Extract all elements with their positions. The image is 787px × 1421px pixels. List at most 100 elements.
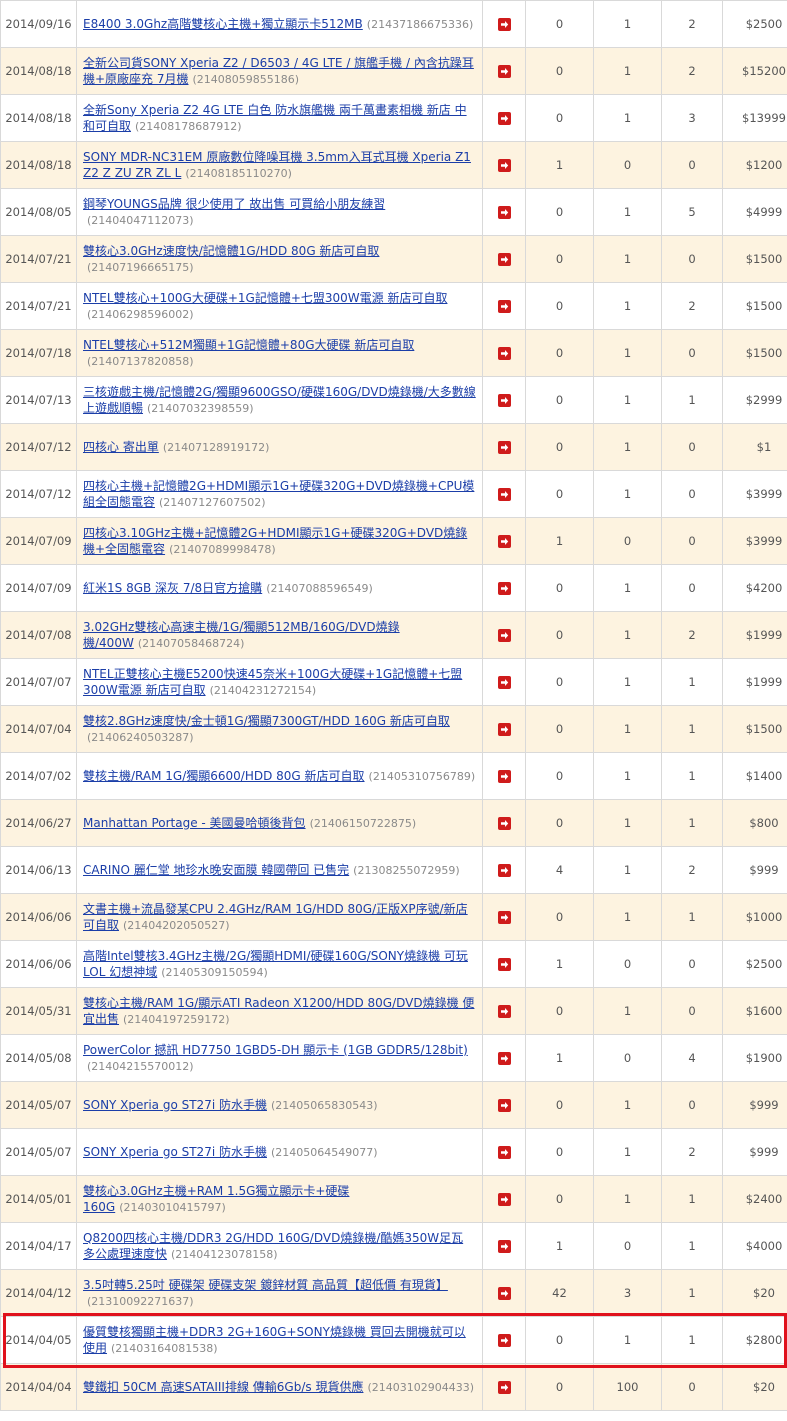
- arrow-cell: [482, 0, 526, 48]
- item-id: (21408185110270): [185, 166, 292, 180]
- post-date: 2014/07/13: [0, 376, 77, 424]
- item-title-cell: 鋼琴YOUNGS品牌 很少使用了 故出售 可買給小朋友練習 (2140404711…: [76, 188, 483, 236]
- count-3: 0: [661, 987, 723, 1035]
- table-row: 2014/08/18 全新公司貨SONY Xperia Z2 / D6503 / …: [0, 47, 787, 95]
- item-title-link[interactable]: 3.5吋轉5.25吋 硬碟架 硬碟支架 鍍鋅材質 高品質【超低價 有現貨】: [83, 1278, 448, 1292]
- arrow-cell: [482, 846, 526, 894]
- red-arrow-right-icon[interactable]: [497, 1334, 511, 1347]
- red-arrow-right-icon[interactable]: [497, 1052, 511, 1065]
- count-3: 2: [661, 611, 723, 659]
- red-arrow-right-icon[interactable]: [497, 159, 511, 172]
- red-arrow-right-icon[interactable]: [497, 535, 511, 548]
- post-date: 2014/07/08: [0, 611, 77, 659]
- table-row: 2014/04/17 Q8200四核心主機/DDR3 2G/HDD 160G/DV…: [0, 1222, 787, 1270]
- item-title-link[interactable]: Manhattan Portage - 美國曼哈頓後背包: [83, 816, 306, 830]
- item-id: (21404202050527): [123, 918, 230, 932]
- item-title-link[interactable]: 四核心 寄出單: [83, 440, 159, 454]
- item-title-cell: E8400 3.0Ghz高階雙核心主機+獨立顯示卡512MB (214371866…: [76, 0, 483, 48]
- red-arrow-right-icon[interactable]: [497, 488, 511, 501]
- red-arrow-right-icon[interactable]: [497, 676, 511, 689]
- item-title-link[interactable]: NTEL雙核心+100G大硬碟+1G記憶體+七盟300W電源 新店可自取: [83, 291, 447, 305]
- item-title-cell: 3.5吋轉5.25吋 硬碟架 硬碟支架 鍍鋅材質 高品質【超低價 有現貨】 (21…: [76, 1269, 483, 1317]
- red-arrow-right-icon[interactable]: [497, 1240, 511, 1253]
- post-date: 2014/09/16: [0, 0, 77, 48]
- red-arrow-right-icon[interactable]: [497, 582, 511, 595]
- red-arrow-right-icon[interactable]: [497, 1381, 511, 1394]
- table-row: 2014/05/07 SONY Xperia go ST27i 防水手機 (2140…: [0, 1081, 787, 1129]
- red-arrow-right-icon[interactable]: [497, 1005, 511, 1018]
- item-title-link[interactable]: CARINO 麗仁堂 地珍水晚安面膜 韓國帶回 已售完: [83, 863, 349, 877]
- count-2: 1: [593, 799, 662, 847]
- red-arrow-right-icon[interactable]: [497, 1146, 511, 1159]
- item-title-link[interactable]: 雙核2.8GHz速度快/金士頓1G/獨顯7300GT/HDD 160G 新店可自…: [83, 714, 450, 728]
- item-title-link[interactable]: 雙鐵扣 50CM 高速SATAIII排線 傳輸6Gb/s 現貨供應: [83, 1380, 363, 1394]
- item-title-link[interactable]: NTEL雙核心+512M獨顯+1G記憶體+80G大硬碟 新店可自取: [83, 338, 414, 352]
- count-2: 1: [593, 1316, 662, 1364]
- item-title-link[interactable]: 鋼琴YOUNGS品牌 很少使用了 故出售 可買給小朋友練習: [83, 197, 385, 211]
- count-1: 0: [525, 470, 594, 518]
- item-title-link[interactable]: SONY Xperia go ST27i 防水手機: [83, 1145, 267, 1159]
- post-date: 2014/07/02: [0, 752, 77, 800]
- price: $2800: [722, 1316, 787, 1364]
- item-title-link[interactable]: SONY Xperia go ST27i 防水手機: [83, 1098, 267, 1112]
- item-title-link[interactable]: 高階Intel雙核3.4GHz主機/2G/獨顯HDMI/硬碟160G/SONY燒…: [83, 949, 468, 979]
- post-date: 2014/07/21: [0, 235, 77, 283]
- arrow-cell: [482, 94, 526, 142]
- red-arrow-right-icon[interactable]: [497, 18, 511, 31]
- red-arrow-right-icon[interactable]: [497, 1287, 511, 1300]
- item-title-link[interactable]: 四核心主機+記憶體2G+HDMI顯示1G+硬碟320G+DVD燒錄機+CPU模組…: [83, 479, 474, 509]
- red-arrow-right-icon[interactable]: [497, 300, 511, 313]
- count-2: 1: [593, 705, 662, 753]
- arrow-cell: [482, 987, 526, 1035]
- red-arrow-right-icon[interactable]: [497, 394, 511, 407]
- item-title-link[interactable]: E8400 3.0Ghz高階雙核心主機+獨立顯示卡512MB: [83, 17, 363, 31]
- red-arrow-right-icon[interactable]: [497, 1099, 511, 1112]
- red-arrow-right-icon[interactable]: [497, 206, 511, 219]
- count-3: 0: [661, 517, 723, 565]
- post-date: 2014/07/09: [0, 517, 77, 565]
- red-arrow-right-icon[interactable]: [497, 911, 511, 924]
- count-3: 0: [661, 141, 723, 189]
- red-arrow-right-icon[interactable]: [497, 723, 511, 736]
- red-arrow-right-icon[interactable]: [497, 770, 511, 783]
- count-3: 2: [661, 282, 723, 330]
- item-title-link[interactable]: 紅米1S 8GB 深灰 7/8日官方搶購: [83, 581, 262, 595]
- red-arrow-right-icon[interactable]: [497, 958, 511, 971]
- table-row: 2014/04/04 雙鐵扣 50CM 高速SATAIII排線 傳輸6Gb/s 現…: [0, 1363, 787, 1411]
- item-title-link[interactable]: 三核遊戲主機/記憶體2G/獨顯9600GSO/硬碟160G/DVD燒錄機/大多數…: [83, 385, 476, 415]
- red-arrow-right-icon[interactable]: [497, 65, 511, 78]
- item-title-cell: 3.02GHz雙核心高速主機/1G/獨顯512MB/160G/DVD燒錄機/40…: [76, 611, 483, 659]
- item-title-link[interactable]: 雙核心3.0GHz速度快/記憶體1G/HDD 80G 新店可自取: [83, 244, 379, 258]
- price: $20: [722, 1269, 787, 1317]
- item-id: (21437186675336): [366, 17, 474, 31]
- red-arrow-right-icon[interactable]: [497, 1193, 511, 1206]
- count-3: 1: [661, 1222, 723, 1270]
- post-date: 2014/06/06: [0, 940, 77, 988]
- arrow-cell: [482, 141, 526, 189]
- red-arrow-right-icon[interactable]: [497, 347, 511, 360]
- table-row: 2014/08/18 SONY MDR-NC31EM 原廠數位降噪耳機 3.5mm…: [0, 141, 787, 189]
- red-arrow-right-icon[interactable]: [497, 864, 511, 877]
- item-title-link[interactable]: 雙核主機/RAM 1G/獨顯6600/HDD 80G 新店可自取: [83, 769, 365, 783]
- post-date: 2014/07/09: [0, 564, 77, 612]
- count-1: 0: [525, 0, 594, 48]
- count-1: 0: [525, 893, 594, 941]
- red-arrow-right-icon[interactable]: [497, 817, 511, 830]
- red-arrow-right-icon[interactable]: [497, 112, 511, 125]
- item-id: (21404197259172): [123, 1012, 230, 1026]
- item-id: (21406240503287): [87, 730, 194, 744]
- count-2: 1: [593, 94, 662, 142]
- count-3: 1: [661, 799, 723, 847]
- count-1: 0: [525, 376, 594, 424]
- table-row: 2014/06/13 CARINO 麗仁堂 地珍水晚安面膜 韓國帶回 已售完 (21…: [0, 846, 787, 894]
- item-id: (21407058468724): [137, 636, 245, 650]
- count-1: 0: [525, 1175, 594, 1223]
- red-arrow-right-icon[interactable]: [497, 629, 511, 642]
- count-1: 0: [525, 1363, 594, 1411]
- item-title-link[interactable]: PowerColor 撼訊 HD7750 1GBD5-DH 顯示卡 (1GB G…: [83, 1043, 468, 1057]
- item-title-cell: NTEL正雙核心主機E5200快速45奈米+100G大硬碟+1G記憶體+七盟30…: [76, 658, 483, 706]
- red-arrow-right-icon[interactable]: [497, 253, 511, 266]
- price: $4999: [722, 188, 787, 236]
- red-arrow-right-icon[interactable]: [497, 441, 511, 454]
- count-3: 1: [661, 1316, 723, 1364]
